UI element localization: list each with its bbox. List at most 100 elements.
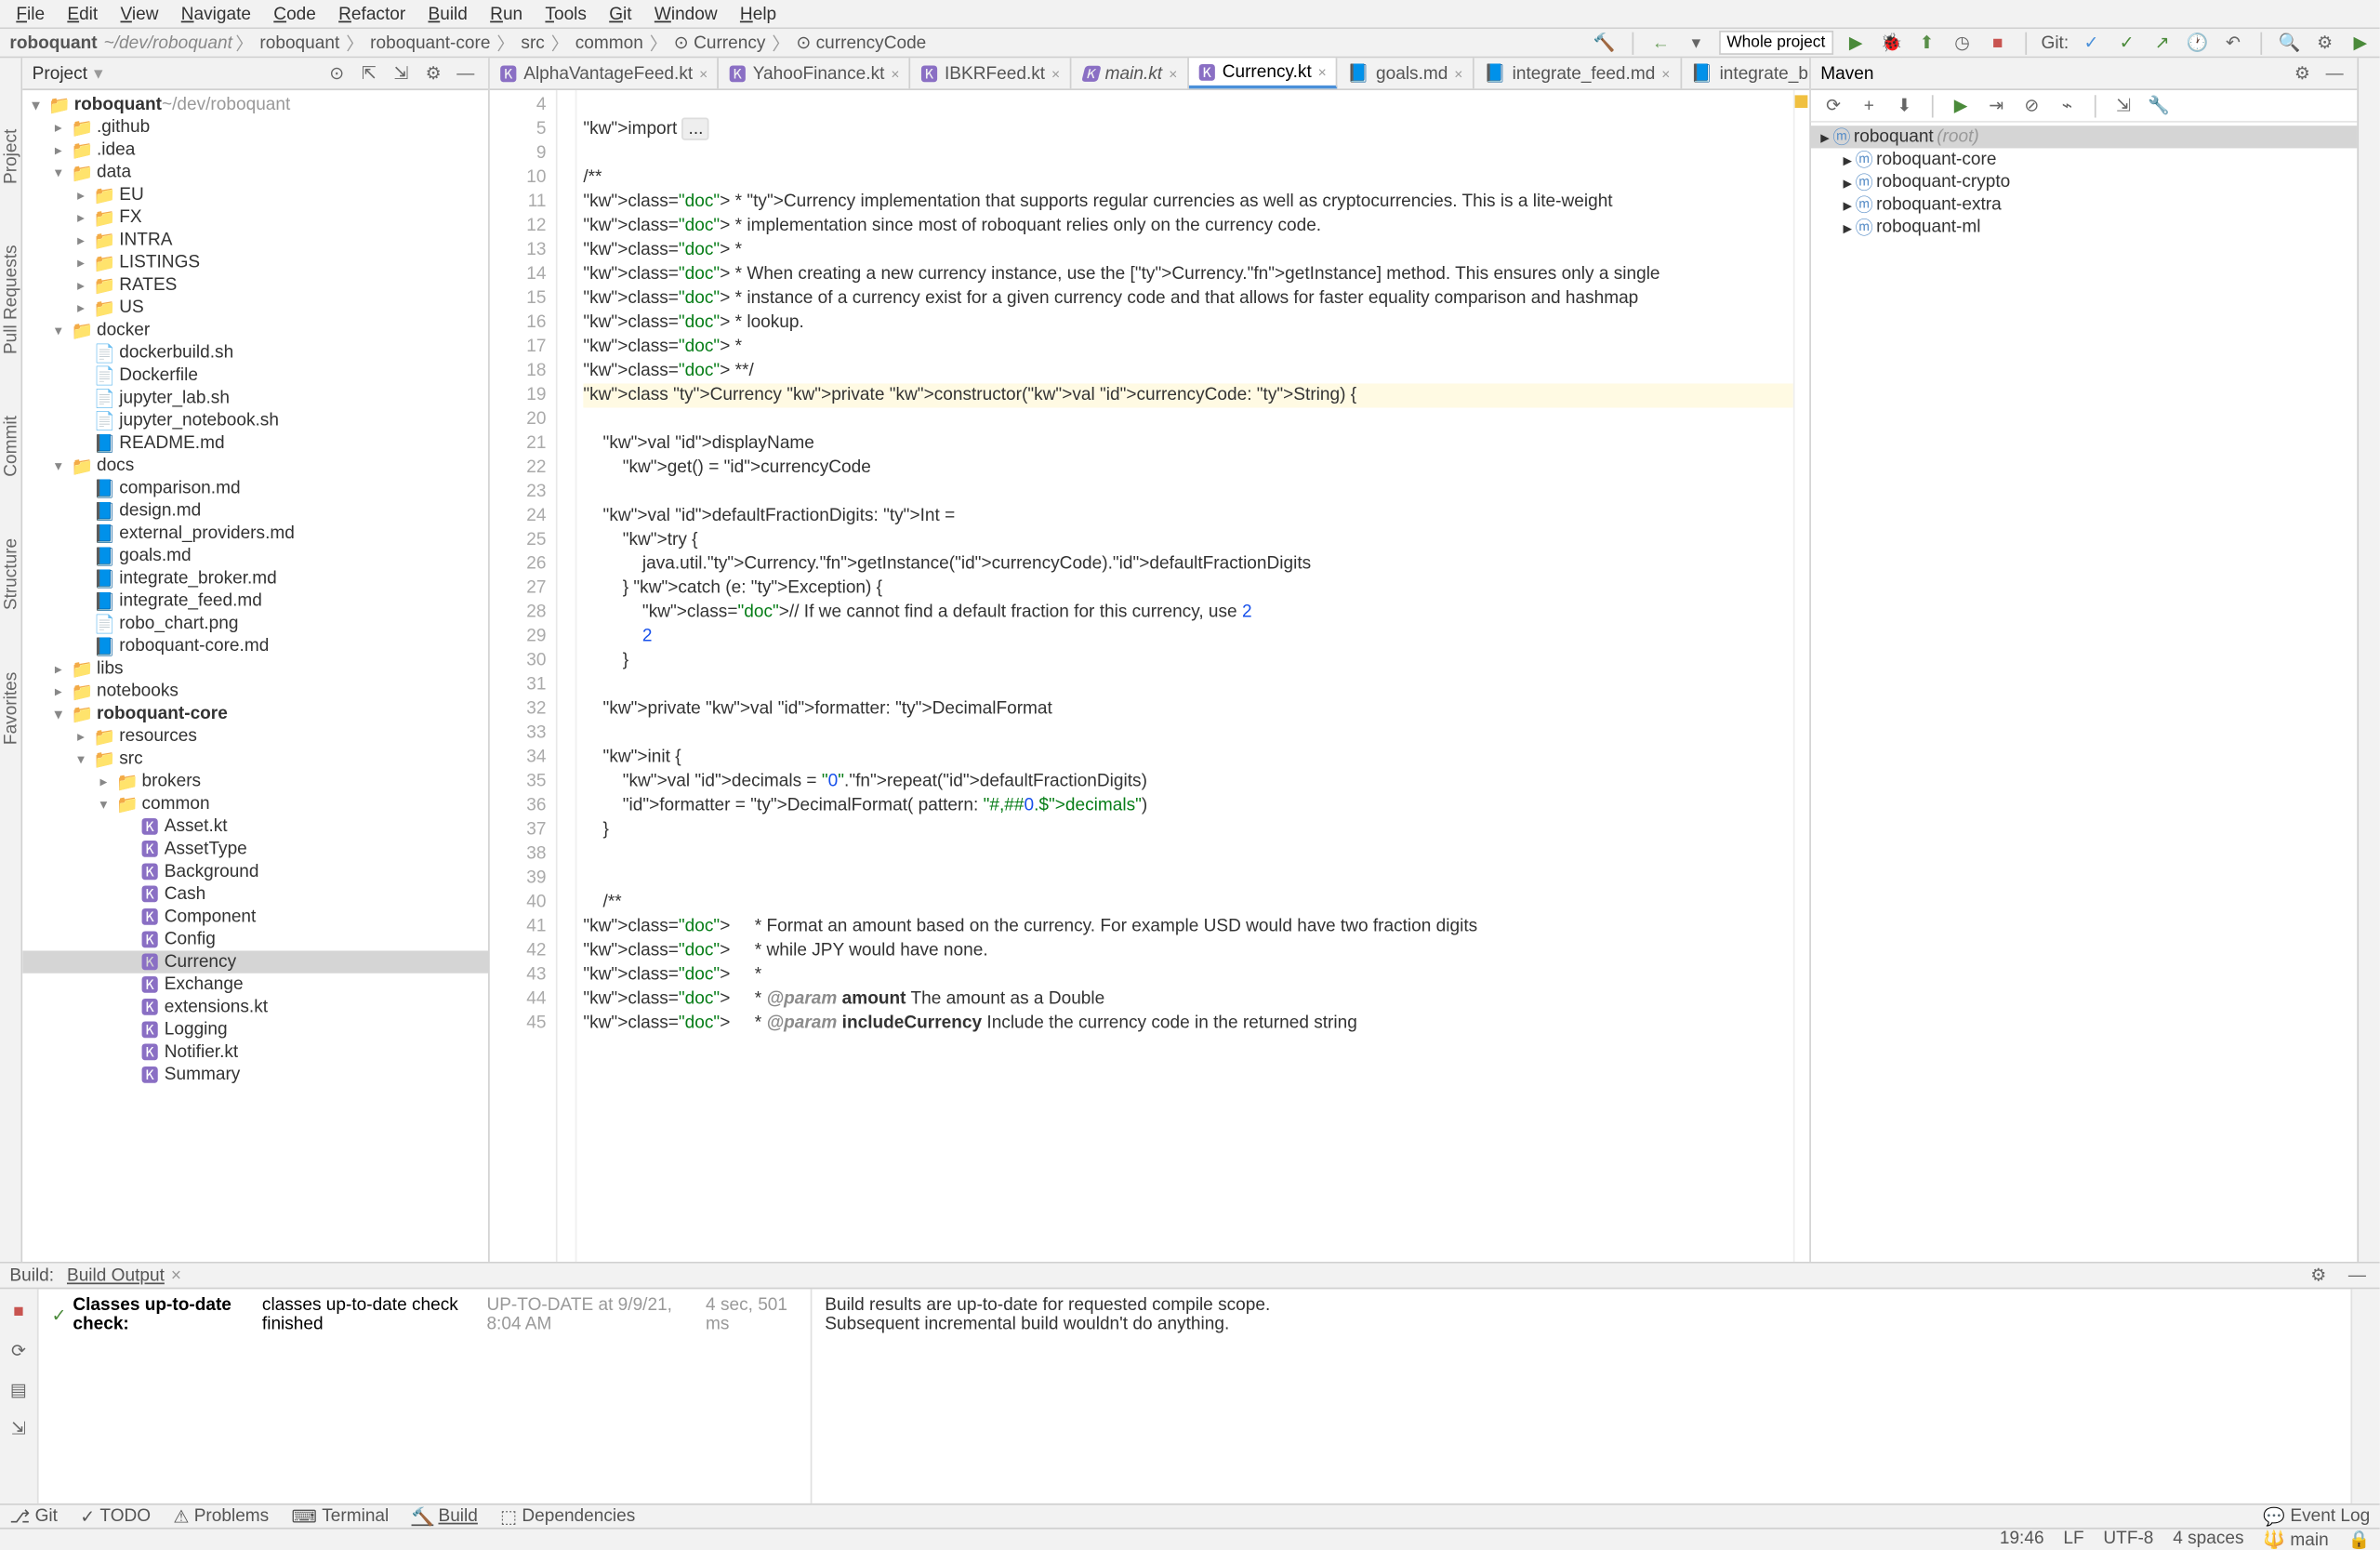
build-expand-icon[interactable]: ⇲ [6, 1415, 32, 1441]
collapse-all-icon[interactable]: ⇲ [389, 60, 415, 86]
breadcrumb-part[interactable]: roboquant-core [367, 33, 494, 53]
toolwindow-todo[interactable]: ✓TODO [80, 1505, 151, 1527]
code-line[interactable]: "kw">class="doc"> * implementation since… [583, 214, 1792, 238]
code-line[interactable]: "kw">class="doc"> * [583, 238, 1792, 262]
maven-node[interactable]: ▸ⓜ roboquant-core [1811, 148, 2357, 170]
code-line[interactable] [583, 673, 1792, 697]
hide-panel-icon[interactable]: — [453, 60, 479, 86]
code-line[interactable]: "kw">class="doc"> * @param includeCurren… [583, 1012, 1792, 1036]
tree-node[interactable]: 🅺Asset.kt [22, 815, 488, 838]
expand-all-icon[interactable]: ⇱ [356, 60, 382, 86]
tree-node[interactable]: 🅺Exchange [22, 974, 488, 996]
code-line[interactable]: } [583, 818, 1792, 842]
toolwindow-build[interactable]: 🔨Build [412, 1505, 478, 1527]
git-update-icon[interactable]: ✓ [2079, 30, 2105, 56]
build-rerun-icon[interactable]: ⟳ [6, 1337, 32, 1363]
tree-node[interactable]: 📘roboquant-core.md [22, 635, 488, 657]
code-line[interactable] [583, 722, 1792, 746]
maven-offline-icon[interactable]: ⌁ [2055, 93, 2081, 119]
maven-run-icon[interactable]: ▶ [1948, 93, 1974, 119]
breadcrumb-part[interactable]: roboquant [257, 33, 343, 53]
tree-node[interactable]: 📘README.md [22, 431, 488, 454]
code-line[interactable]: "kw">class="doc"> * Format an amount bas… [583, 915, 1792, 939]
tree-node[interactable]: ▸📁resources [22, 725, 488, 748]
close-tab-icon[interactable]: × [1051, 65, 1060, 81]
stripe-pull-requests[interactable]: Pull Requests [1, 239, 20, 361]
maven-collapse-icon[interactable]: ⇲ [2110, 93, 2136, 119]
code-line[interactable]: /** [583, 166, 1792, 190]
code-line[interactable]: } "kw">catch (e: "ty">Exception) { [583, 576, 1792, 601]
tree-node[interactable]: 🅺Summary [22, 1064, 488, 1086]
maven-node[interactable]: ▸ⓜ roboquant-ml [1811, 216, 2357, 238]
tree-node[interactable]: ▸📁FX [22, 206, 488, 229]
tree-node[interactable]: 🅺Currency [22, 950, 488, 973]
menu-refactor[interactable]: Refactor [329, 1, 416, 27]
menu-window[interactable]: Window [644, 1, 727, 27]
code-editor[interactable]: 4591011121314151617181920212223242526272… [490, 90, 1809, 1262]
menu-code[interactable]: Code [264, 1, 325, 27]
git-rollback-icon[interactable]: ↶ [2220, 30, 2246, 56]
build-filter-icon[interactable]: ▤ [6, 1376, 32, 1402]
code-line[interactable]: "kw">class="doc"> * "ty">Currency implem… [583, 190, 1792, 214]
settings-icon[interactable]: ⚙ [2312, 30, 2338, 56]
editor-tab[interactable]: 🅺AlphaVantageFeed.kt× [490, 58, 720, 88]
menu-tools[interactable]: Tools [536, 1, 596, 27]
close-tab-icon[interactable]: × [891, 65, 899, 81]
code-line[interactable]: "kw">import ... [583, 118, 1792, 142]
tree-node[interactable]: ▸📁RATES [22, 274, 488, 297]
status-line-ending[interactable]: LF [2063, 1530, 2083, 1550]
menu-edit[interactable]: Edit [58, 1, 108, 27]
code-line[interactable]: "kw">class="doc"> * When creating a new … [583, 262, 1792, 286]
code-line[interactable]: "id">formatter = "ty">DecimalFormat( pat… [583, 794, 1792, 818]
build-output-tab[interactable]: Build Output [67, 1265, 165, 1285]
tree-node[interactable]: ▸📁EU [22, 184, 488, 206]
breadcrumb-part[interactable]: ⊙ Currency [670, 33, 769, 54]
tree-node[interactable]: 📄Dockerfile [22, 364, 488, 387]
tree-node[interactable]: ▾📁common [22, 793, 488, 815]
code-line[interactable]: } [583, 649, 1792, 673]
tree-node[interactable]: 📘comparison.md [22, 477, 488, 499]
tree-node[interactable]: 🅺Logging [22, 1018, 488, 1040]
menu-git[interactable]: Git [600, 1, 641, 27]
build-stop-icon[interactable]: ■ [6, 1299, 32, 1325]
build-tree[interactable]: ✓ Classes up-to-date check: classes up-t… [39, 1289, 813, 1503]
menu-build[interactable]: Build [418, 1, 477, 27]
code-line[interactable]: "kw">private "kw">val "id">formatter: "t… [583, 697, 1792, 722]
maven-reimport-icon[interactable]: ⟳ [1820, 93, 1846, 119]
maven-generate-icon[interactable]: + [1856, 93, 1882, 119]
profile-icon[interactable]: ◷ [1950, 30, 1976, 56]
close-tab-icon[interactable]: × [1661, 65, 1670, 81]
code-line[interactable]: "kw">val "id">displayName [583, 431, 1792, 456]
code-line[interactable] [583, 94, 1792, 118]
inspection-warning-icon[interactable] [1795, 95, 1808, 108]
tree-node[interactable]: 📘goals.md [22, 545, 488, 567]
stripe-structure[interactable]: Structure [1, 532, 20, 616]
toolwindow-event-log[interactable]: 💬Event Log [2263, 1505, 2370, 1527]
breadcrumb-part[interactable]: common [572, 33, 646, 53]
select-opened-file-icon[interactable]: ⊙ [324, 60, 350, 86]
tree-node[interactable]: 🅺Config [22, 928, 488, 950]
tree-node[interactable]: 📘integrate_broker.md [22, 567, 488, 590]
tree-node[interactable]: 📘design.md [22, 499, 488, 522]
tree-node[interactable]: ▾📁docker [22, 319, 488, 341]
tree-node[interactable]: ▾📁roboquant ~/dev/roboquant [22, 94, 488, 116]
code-line[interactable]: java.util."ty">Currency."fn">getInstance… [583, 552, 1792, 576]
code-line[interactable]: "kw">class "ty">Currency "kw">private "k… [583, 383, 1792, 407]
debug-icon[interactable]: 🐞 [1878, 30, 1904, 56]
toolwindow-problems[interactable]: ⚠Problems [173, 1505, 269, 1527]
tree-node[interactable]: ▸📁.github [22, 116, 488, 139]
code-line[interactable] [583, 142, 1792, 166]
tree-node[interactable]: 🅺Cash [22, 883, 488, 906]
toolwindow-git[interactable]: ⎇Git [9, 1505, 58, 1527]
editor-tab[interactable]: 🅺main.kt× [1071, 58, 1188, 88]
tree-node[interactable]: 📄robo_chart.png [22, 613, 488, 635]
tree-node[interactable]: ▸📁brokers [22, 770, 488, 792]
run-icon[interactable]: ▶ [1843, 30, 1869, 56]
code-line[interactable] [583, 842, 1792, 867]
tree-node[interactable]: 🅺AssetType [22, 838, 488, 860]
breadcrumb-part[interactable]: ⊙ currencyCode [793, 33, 930, 54]
tree-node[interactable]: 📘external_providers.md [22, 522, 488, 544]
tree-node[interactable]: 🅺Background [22, 860, 488, 882]
editor-tab[interactable]: 🅺IBKRFeed.kt× [911, 58, 1072, 88]
tree-node[interactable]: ▸📁notebooks [22, 680, 488, 702]
